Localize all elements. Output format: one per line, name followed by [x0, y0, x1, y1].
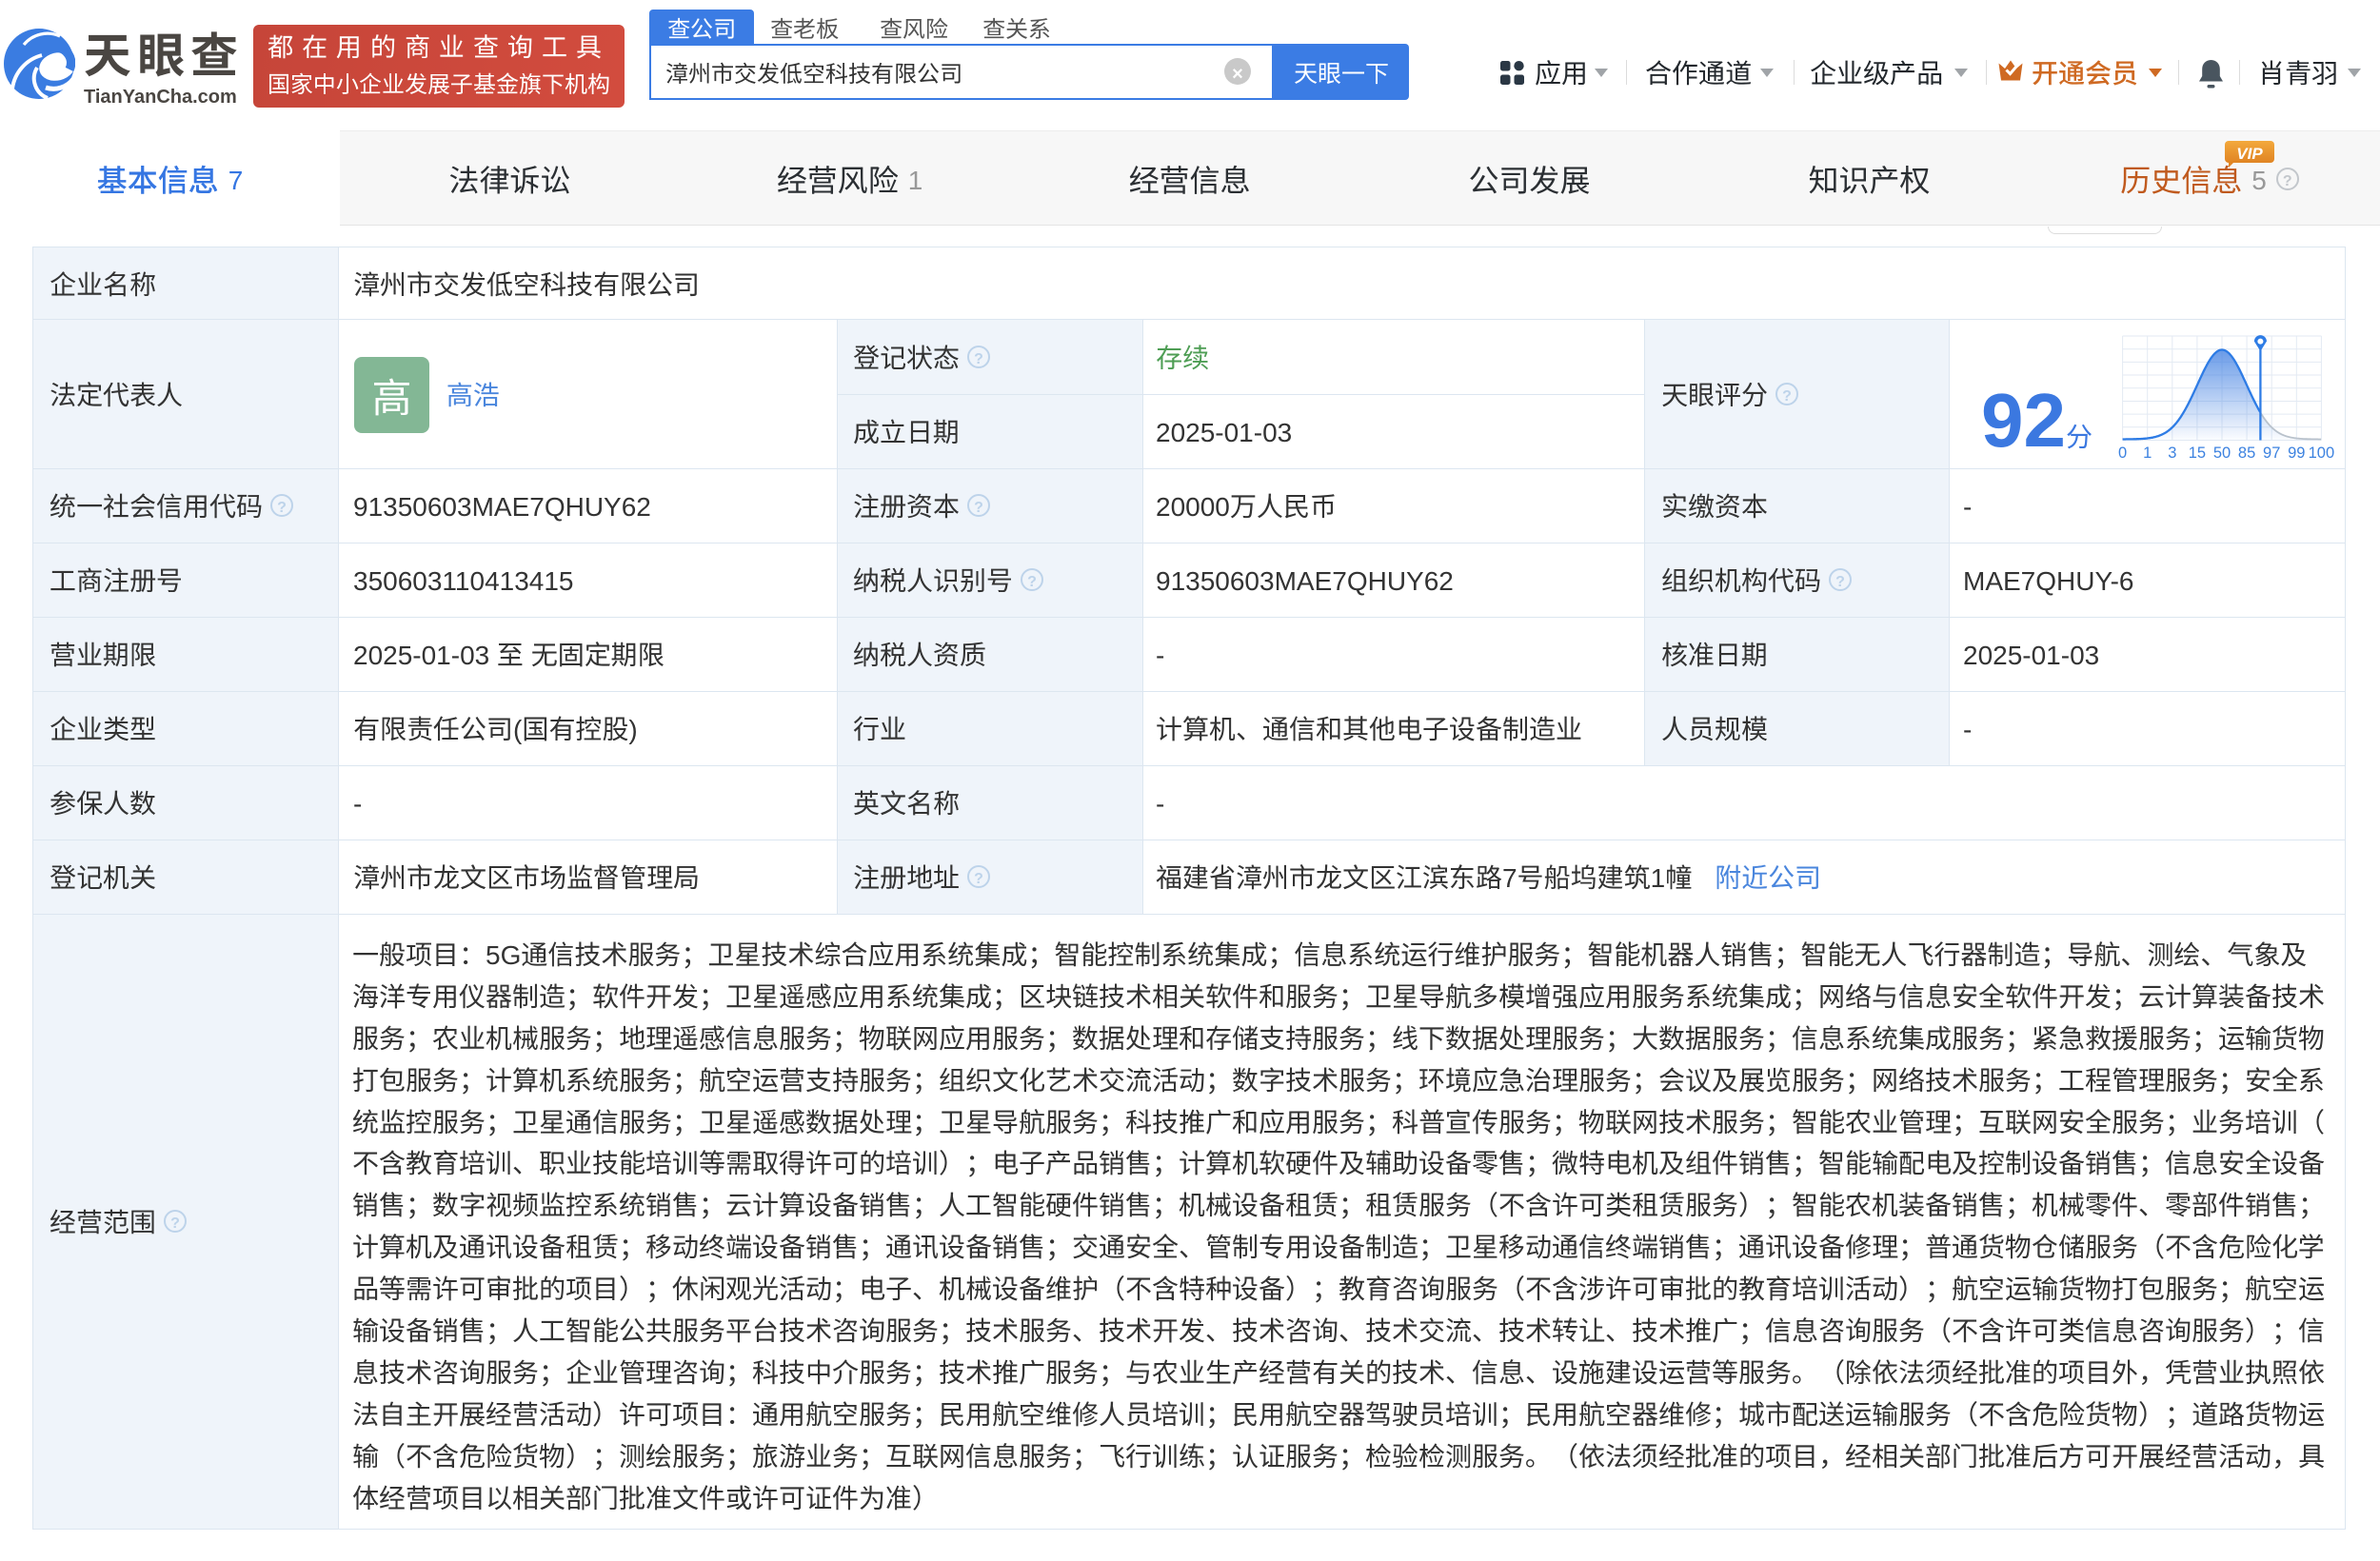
svg-text:99: 99 — [2288, 445, 2305, 462]
svg-text:3: 3 — [2168, 445, 2176, 462]
svg-text:85: 85 — [2238, 445, 2255, 462]
svg-text:1: 1 — [2143, 445, 2152, 462]
svg-text:15: 15 — [2189, 445, 2206, 462]
svg-text:0: 0 — [2118, 445, 2127, 462]
svg-text:100: 100 — [2309, 445, 2335, 462]
svg-text:50: 50 — [2213, 445, 2231, 462]
svg-text:97: 97 — [2263, 445, 2280, 462]
